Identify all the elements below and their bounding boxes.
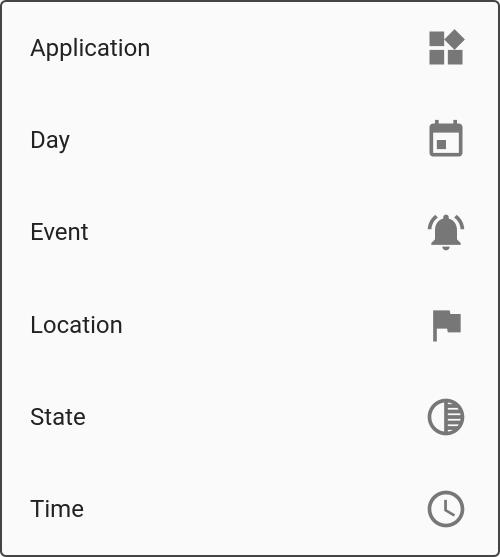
menu-item-label: Time	[30, 495, 84, 523]
menu-item-event[interactable]: Event	[2, 186, 498, 278]
widgets-icon	[422, 24, 470, 72]
clock-icon	[422, 485, 470, 533]
menu-item-location[interactable]: Location	[2, 279, 498, 371]
calendar-icon	[422, 116, 470, 164]
menu-item-label: Application	[30, 34, 151, 62]
context-menu: Application Day Event Location State Tim…	[2, 2, 498, 555]
tonality-icon	[422, 393, 470, 441]
menu-item-day[interactable]: Day	[2, 94, 498, 186]
menu-item-label: Location	[30, 311, 123, 339]
menu-item-label: State	[30, 403, 86, 431]
menu-item-state[interactable]: State	[2, 371, 498, 463]
menu-item-application[interactable]: Application	[2, 2, 498, 94]
flag-icon	[422, 301, 470, 349]
alert-bell-icon	[422, 208, 470, 256]
menu-item-label: Day	[30, 126, 70, 154]
menu-item-label: Event	[30, 218, 89, 246]
menu-item-time[interactable]: Time	[2, 463, 498, 555]
